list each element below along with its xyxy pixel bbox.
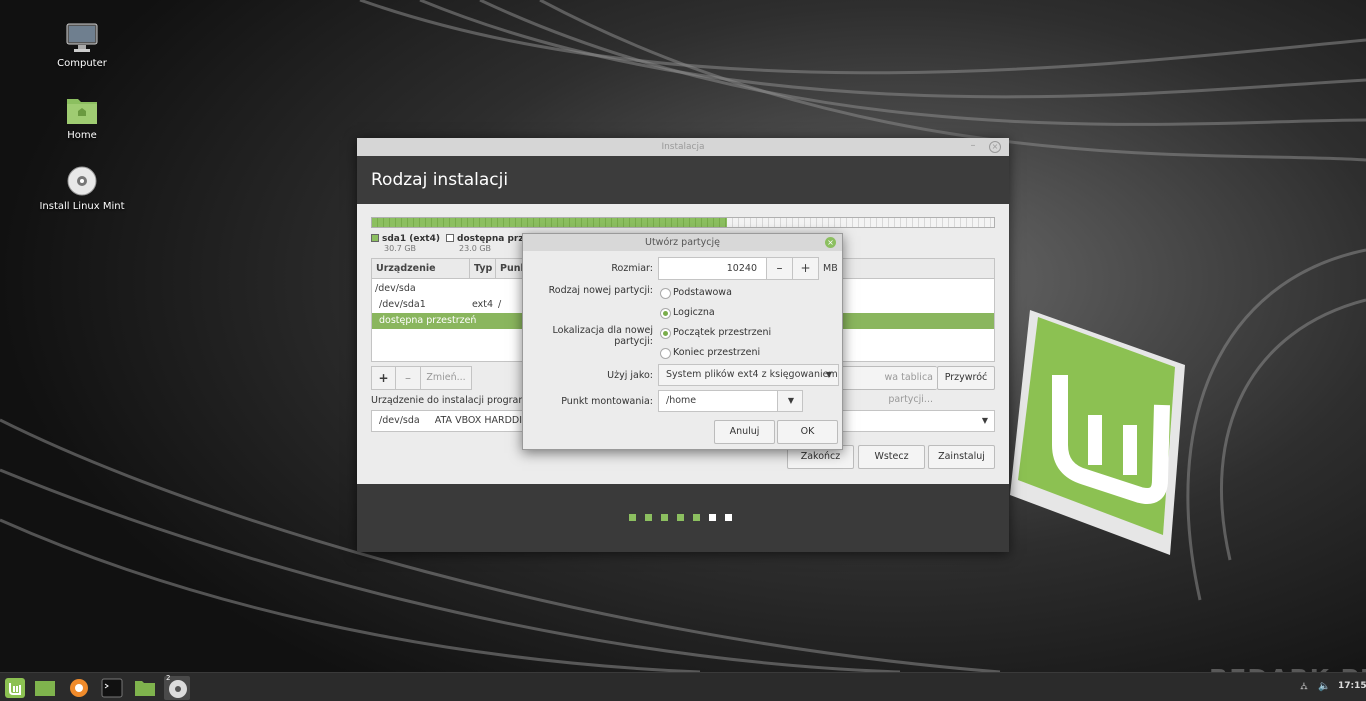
bootloader-device: /dev/sda [379,415,420,426]
cancel-button[interactable]: Anuluj [714,420,775,444]
close-icon[interactable]: × [825,237,836,248]
partition-bar-used [372,218,727,227]
install-button[interactable]: Zainstaluj [928,445,995,469]
mount-point-dropdown-button[interactable]: ▼ [777,390,803,412]
clock[interactable]: 17:15 [1338,681,1366,691]
desktop-icon-install[interactable]: Install Linux Mint [32,165,132,212]
cell-mount: / [498,299,502,310]
browser-icon [70,679,88,697]
terminal-icon [101,678,123,698]
window-title: Instalacja [661,142,705,152]
close-icon[interactable]: × [989,141,1001,153]
remove-partition-button[interactable]: – [396,366,421,390]
filesystem-select[interactable]: System plików ext4 z księgowaniem ▼ [658,364,839,386]
launcher-files[interactable] [132,676,158,700]
menu-button[interactable] [2,676,28,700]
progress-dot-done [629,514,636,521]
size-unit: MB [823,263,838,274]
home-folder-icon [67,99,97,124]
progress-dots [629,514,732,521]
mount-point-input[interactable]: /home [658,390,778,412]
progress-dot-done [693,514,700,521]
partition-location-label: Lokalizacja dla nowej partycji: [552,325,653,347]
legend-item-sda1: sda1 (ext4) 30.7 GB [371,234,440,253]
folder-icon [35,681,55,696]
desktop-icon-home[interactable]: Home [32,94,132,141]
ok-button[interactable]: OK [777,420,838,444]
size-label: Rozmiar: [611,263,653,274]
filesystem-value: System plików ext4 z księgowaniem [666,369,838,380]
window-titlebar[interactable]: Instalacja – × [357,138,1009,156]
use-as-label: Użyj jako: [607,370,653,381]
volume-icon[interactable]: 🔈 [1318,681,1330,692]
radio-primary[interactable]: Podstawowa [660,287,732,299]
progress-dot-done [661,514,668,521]
bootloader-label: Urządzenie do instalacji programu r [371,395,541,406]
desktop-icon-label: Computer [57,58,107,69]
radio-beginning[interactable]: Początek przestrzeni [660,327,771,339]
size-increase-button[interactable]: + [792,257,819,280]
column-header-device[interactable]: Urządzenie [372,259,470,278]
desktop-icon-label: Install Linux Mint [39,201,125,212]
folder-icon [135,681,155,696]
minimize-icon[interactable]: – [967,141,979,153]
progress-dot-pending [725,514,732,521]
progress-dot-pending [709,514,716,521]
linux-mint-logo [1010,310,1185,555]
launcher-terminal[interactable] [99,676,125,700]
dialog-title: Utwórz partycję [645,237,720,248]
new-partition-table-button[interactable]: wa tablica partycji... [837,366,937,405]
cell-type: ext4 [472,299,494,310]
create-partition-dialog: Utwórz partycję × Rozmiar: 10240 – + MB … [522,233,843,450]
chevron-down-icon: ▼ [981,416,988,425]
cell-device: /dev/sda [375,283,416,294]
back-button[interactable]: Wstecz [858,445,925,469]
legend-swatch [371,234,379,242]
partition-type-label: Rodzaj nowej partycji: [548,285,653,296]
cell-device: /dev/sda1 [379,299,426,310]
size-decrease-button[interactable]: – [766,257,793,280]
taskbar: 2 ⛼ 🔈 17:15 [0,672,1366,701]
change-partition-button[interactable]: Zmień... [421,366,472,390]
network-icon[interactable]: ⛼ [1300,681,1308,694]
cell-device: dostępna przestrzeń [379,315,477,326]
partition-bar-free [726,218,994,227]
desktop-icon-label: Home [67,130,97,141]
legend-name: sda1 (ext4) [382,234,440,244]
chevron-down-icon: ▼ [787,396,794,405]
legend-swatch [446,234,454,242]
size-input[interactable]: 10240 [658,257,767,280]
partition-bar [371,217,995,228]
column-header-type[interactable]: Typ [470,259,496,278]
launcher-firefox[interactable] [66,676,92,700]
chevron-down-icon: ▼ [825,370,832,379]
mount-point-label: Punkt montowania: [561,396,653,407]
window-footer [357,484,1009,552]
window-list-item-installer[interactable]: 2 [164,674,190,700]
progress-dot-done [677,514,684,521]
mint-menu-icon [5,678,25,698]
radio-logical[interactable]: Logiczna [660,307,715,319]
revert-button[interactable]: Przywróć [937,366,995,390]
progress-dot-done [645,514,652,521]
page-title: Rodzaj instalacji [357,156,1009,204]
legend-size: 30.7 GB [384,244,417,253]
show-desktop-button[interactable] [32,676,58,700]
desktop-icon-computer[interactable]: Computer [32,22,132,69]
radio-end[interactable]: Koniec przestrzeni [660,347,760,359]
dialog-titlebar[interactable]: Utwórz partycję × [523,234,842,251]
window-count-badge: 2 [166,674,171,682]
disc-icon [67,166,97,196]
monitor-icon [66,23,98,52]
add-partition-button[interactable]: + [371,366,396,390]
table-toolbar: + – Zmień... [371,366,472,390]
